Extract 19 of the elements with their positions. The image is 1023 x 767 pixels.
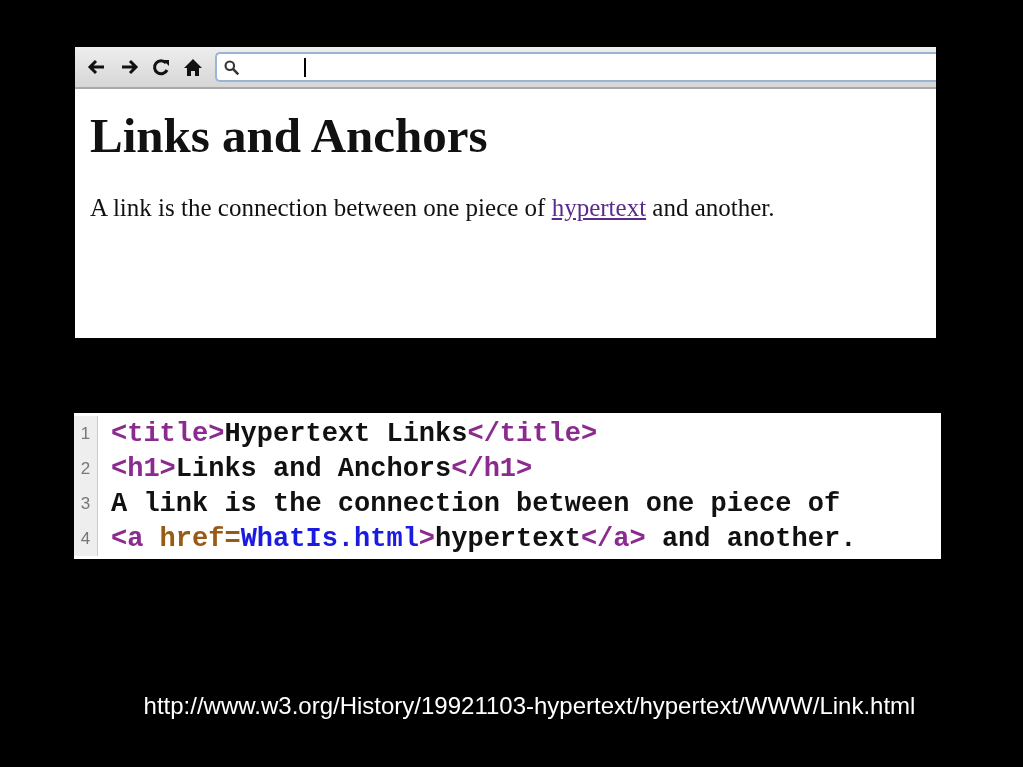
line-number: 4 <box>74 521 98 556</box>
address-field[interactable] <box>215 52 936 82</box>
forward-arrow-icon[interactable] <box>119 57 139 77</box>
code-line: A link is the connection between one piece of <box>110 488 841 519</box>
page-heading: Links and Anchors <box>90 107 489 164</box>
home-icon[interactable] <box>183 57 203 77</box>
search-icon <box>223 58 240 76</box>
reload-icon[interactable] <box>151 57 171 77</box>
text-cursor <box>304 57 306 77</box>
back-arrow-icon[interactable] <box>87 57 107 77</box>
code-line: <a href=WhatIs.html>hypertext</a> and another. <box>110 523 857 554</box>
code-line: <h1>Links and Anchors</h1> <box>110 453 533 484</box>
line-number: 2 <box>74 451 98 486</box>
hypertext-link[interactable]: hypertext <box>551 194 647 221</box>
page-paragraph: A link is the connection between one piece of hypertext and another. <box>90 194 776 222</box>
code-line: <title>Hypertext Links</title> <box>110 418 598 449</box>
line-number: 1 <box>74 416 98 451</box>
line-number: 3 <box>74 486 98 521</box>
source-url: http://www.w3.org/History/19921103-hypertext/hypertext/WWW/Link.html <box>142 692 917 720</box>
